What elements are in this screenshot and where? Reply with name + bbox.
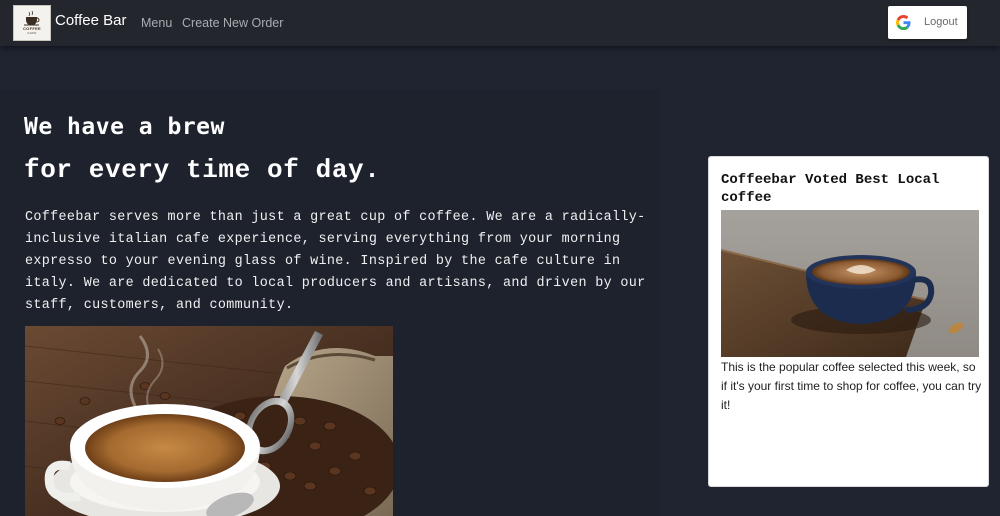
card-title: Coffeebar Voted Best Local coffee [721, 172, 940, 206]
google-icon [896, 15, 911, 30]
nav-link-menu[interactable]: Menu [141, 16, 172, 30]
logout-button[interactable]: Logout [888, 6, 967, 39]
logout-label: Logout [924, 16, 958, 28]
coffee-cup-logo-icon [24, 11, 40, 26]
card-description: This is the popular coffee selected this… [721, 360, 982, 412]
latte-cup-on-wooden-board-photo [721, 210, 979, 357]
hero-intro-text: Coffeebar serves more than just a great … [25, 210, 646, 313]
brand-name[interactable]: Coffee Bar [55, 12, 126, 29]
coffee-bar-logo[interactable]: COFFEE CAFE [13, 5, 51, 41]
logo-subtitle: CAFE [27, 31, 37, 35]
top-navbar: COFFEE CAFE Coffee Bar Menu Create New O… [0, 0, 1000, 46]
nav-link-create-new-order[interactable]: Create New Order [182, 16, 283, 30]
coffee-cup-with-beans-and-scoop-photo [25, 326, 393, 516]
hero-headline-line1: We have a brew [24, 114, 225, 140]
hero-headline-line2: for every time of day. [24, 155, 381, 185]
best-local-coffee-card[interactable]: Coffeebar Voted Best Local coffee This i… [708, 156, 989, 487]
